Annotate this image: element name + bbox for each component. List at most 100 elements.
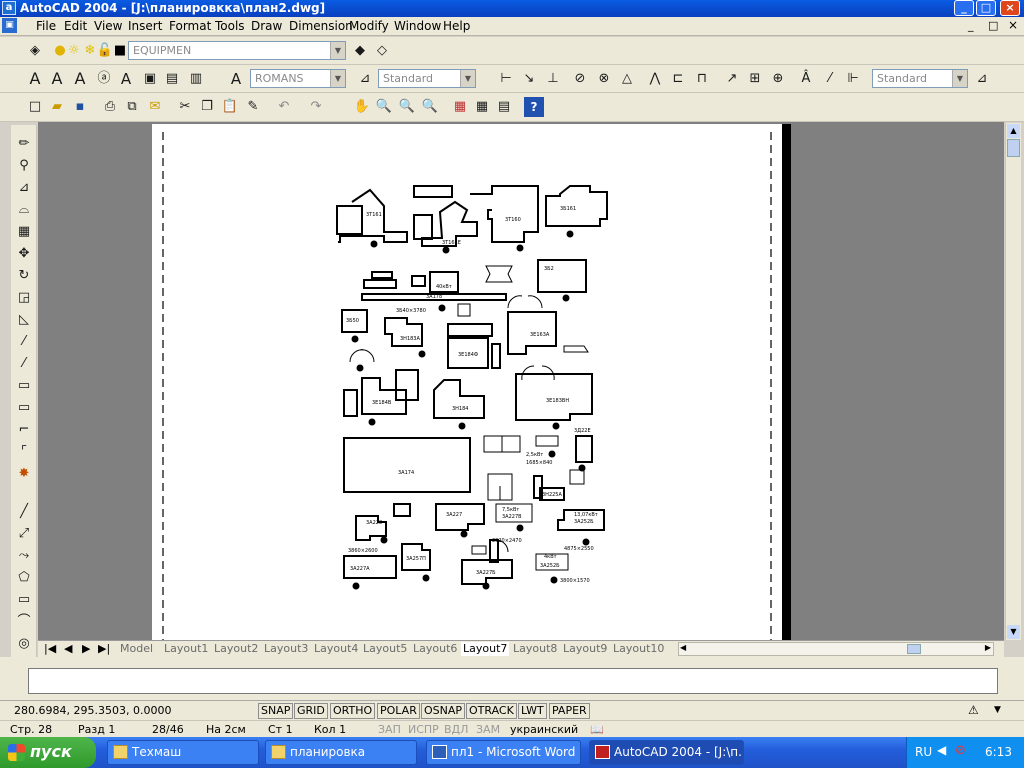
paper-toggle[interactable]: PAPER [549,703,590,719]
tab-first-icon[interactable]: |◀ [42,642,58,656]
new-file-icon[interactable]: □ [25,97,45,117]
tab-layout1[interactable]: Layout1 [162,642,210,656]
text-style-dropdown[interactable]: ROMANS ▼ [250,69,346,88]
scroll-thumb[interactable] [1007,139,1020,157]
linear-dimension-icon[interactable]: ⊢ [496,69,516,89]
color-swatch-icon[interactable]: ■ [110,41,130,61]
copy-object-icon[interactable]: ⚲ [13,155,35,177]
copy-icon[interactable]: ❐ [197,97,217,117]
leader-icon[interactable]: ↗ [722,69,742,89]
word-mode-ovr[interactable]: ЗАМ [476,723,500,736]
snap-toggle[interactable]: SNAP [258,703,294,719]
tab-prev-icon[interactable]: ◀ [62,642,74,656]
find-text-icon[interactable]: ⓐ [94,69,114,89]
polyline-icon[interactable]: ⤳ [13,545,35,567]
security-icon[interactable]: ⊘ [955,743,966,758]
move-icon[interactable]: ✥ [13,243,35,265]
dimension-edit-icon[interactable]: Â [796,69,816,89]
tab-last-icon[interactable]: ▶| [96,642,112,656]
array-icon[interactable]: ▦ [13,221,35,243]
ordinate-dimension-icon[interactable]: ⊥ [543,69,563,89]
arc-icon[interactable]: ⌒ [13,611,35,633]
ortho-toggle[interactable]: ORTHO [330,703,376,719]
menu-format[interactable]: Format [169,19,211,33]
tab-layout7[interactable]: Layout7 [461,642,510,656]
pan-icon[interactable]: ✋ [352,97,372,117]
baseline-dimension-icon[interactable]: ⊏ [668,69,688,89]
radius-dimension-icon[interactable]: ⊘ [570,69,590,89]
close-button[interactable]: × [1000,0,1020,16]
chevron-down-icon[interactable]: ▼ [460,70,475,87]
aligned-dimension-icon[interactable]: ↘ [519,69,539,89]
tab-layout8[interactable]: Layout8 [511,642,559,656]
center-mark-icon[interactable]: ⊕ [768,69,788,89]
menu-window[interactable]: Window [394,19,441,33]
menu-tools[interactable]: Tools [215,19,245,33]
taskbar-item-planirovka[interactable]: планировка [265,740,417,765]
tab-layout4[interactable]: Layout4 [312,642,360,656]
dimension-text-edit-icon[interactable]: ⁄ [820,69,840,89]
menu-edit[interactable]: Edit [64,19,87,33]
menu-modify[interactable]: Modify [349,19,389,33]
scale-text-icon[interactable]: ▣ [140,69,160,89]
dim-style-dropdown[interactable]: Standard ▼ [378,69,476,88]
line-icon[interactable]: ╱ [13,501,35,523]
maximize-button[interactable]: □ [976,0,996,16]
print-preview-icon[interactable]: ⧉ [122,97,142,117]
floor-plan-drawing[interactable]: 3Т161 3Т161Е 3Т160 3Б161 3Б2 40кВт 3А178… [152,124,782,640]
taskbar-item-autocad[interactable]: AutoCAD 2004 - [J:\п... [589,740,744,765]
dim-style-manager-icon[interactable]: ⊿ [355,69,375,89]
taskbar-item-tehmash[interactable]: Техмаш [107,740,259,765]
scroll-right-icon[interactable]: ▶ [985,643,991,652]
undo-icon[interactable]: ↶ [274,97,294,117]
paper-sheet[interactable]: 3Т161 3Т161Е 3Т160 3Б161 3Б2 40кВт 3А178… [152,124,782,640]
doc-restore-button[interactable]: □ [988,19,998,32]
continue-dimension-icon[interactable]: ⊓ [692,69,712,89]
spellcheck-icon[interactable]: 📖 [590,723,604,736]
print-icon[interactable]: ⎙ [100,97,120,117]
chevron-down-icon[interactable]: ▼ [330,70,345,87]
cut-icon[interactable]: ✂ [175,97,195,117]
circle-icon[interactable]: ◎ [13,633,35,655]
tool-palettes-icon[interactable]: ▤ [494,97,514,117]
open-folder-icon[interactable]: ▰ [47,97,67,117]
stretch-icon[interactable]: ◺ [13,309,35,331]
tab-layout10[interactable]: Layout10 [611,642,666,656]
word-mode-trk[interactable]: ИСПР [408,723,439,736]
break-icon[interactable]: ▭ [13,397,35,419]
design-center-icon[interactable]: ▦ [472,97,492,117]
publish-icon[interactable]: ✉ [145,97,165,117]
menu-dimension[interactable]: Dimension [289,19,353,33]
redo-icon[interactable]: ↷ [306,97,326,117]
scale-icon[interactable]: ◲ [13,287,35,309]
minimize-button[interactable]: _ [954,0,974,16]
lwt-toggle[interactable]: LWT [518,703,547,719]
menu-view[interactable]: View [94,19,122,33]
polar-toggle[interactable]: POLAR [377,703,420,719]
explode-icon[interactable]: ✸ [13,463,35,485]
edit-text-icon[interactable]: A [70,69,90,89]
help-icon[interactable]: ? [524,97,544,117]
language-indicator[interactable]: RU [915,745,932,759]
word-mode-ext[interactable]: ВДЛ [444,723,468,736]
dimension-update-icon[interactable]: ⊩ [843,69,863,89]
menu-file[interactable]: File [36,19,56,33]
chamfer-icon[interactable]: ⌐ [13,419,35,441]
trim-icon[interactable]: ⁄ [13,331,35,353]
layer-previous-icon[interactable]: ◇ [372,41,392,61]
document-icon[interactable]: ▣ [2,18,17,33]
chevron-down-icon[interactable]: ▼ [330,42,345,59]
dimension-style-icon[interactable]: ⊿ [972,69,992,89]
save-icon[interactable]: ▪ [70,97,90,117]
otrack-toggle[interactable]: OTRACK [466,703,517,719]
vertical-scrollbar[interactable]: ▲ ▼ [1005,123,1021,640]
text-style-manager-icon[interactable]: A [226,69,246,89]
chevron-down-icon[interactable]: ▼ [952,70,967,87]
tab-layout5[interactable]: Layout5 [361,642,409,656]
title-bar[interactable]: a AutoCAD 2004 - [J:\планировкка\план2.d… [0,0,1024,17]
properties-icon[interactable]: ▦ [450,97,470,117]
multiline-text-icon[interactable]: A [47,69,67,89]
osnap-toggle[interactable]: OSNAP [421,703,466,719]
tray-arrow-icon[interactable]: ◀ [937,743,946,757]
doc-close-button[interactable]: × [1008,18,1018,32]
